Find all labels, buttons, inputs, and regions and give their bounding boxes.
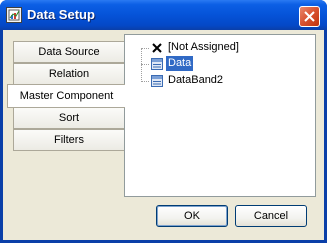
window-title: Data Setup	[27, 7, 95, 22]
tab-data-source[interactable]: Data Source	[13, 41, 124, 63]
data-setup-dialog: Data Setup Data Source Relation Master C…	[0, 0, 327, 243]
tab-filters[interactable]: Filters	[13, 129, 124, 151]
close-icon	[304, 11, 315, 22]
data-setup-icon	[6, 7, 22, 23]
tab-relation[interactable]: Relation	[13, 63, 124, 85]
data-band-icon	[151, 58, 163, 70]
title-bar[interactable]: Data Setup	[0, 0, 327, 30]
tab-content-panel: [Not Assigned] Data DataBand2	[124, 34, 316, 197]
tree-connector	[141, 48, 142, 82]
tree-item-label: [Not Assigned]	[168, 41, 239, 53]
data-band-icon	[151, 75, 163, 87]
ok-button[interactable]: OK	[156, 205, 228, 227]
master-component-tree[interactable]: [Not Assigned] Data DataBand2	[126, 36, 314, 195]
cancel-button[interactable]: Cancel	[235, 205, 307, 227]
tree-item-label: Data	[166, 56, 194, 71]
tree-connector	[141, 48, 149, 49]
x-icon	[152, 43, 162, 53]
dialog-client-area: Data Source Relation Master Component So…	[3, 30, 324, 240]
tab-sort[interactable]: Sort	[13, 107, 124, 129]
tab-master-component[interactable]: Master Component	[7, 84, 125, 108]
close-button[interactable]	[299, 6, 320, 27]
tree-item-label: DataBand2	[168, 74, 224, 86]
tree-connector	[141, 81, 149, 82]
tree-connector	[141, 64, 149, 65]
